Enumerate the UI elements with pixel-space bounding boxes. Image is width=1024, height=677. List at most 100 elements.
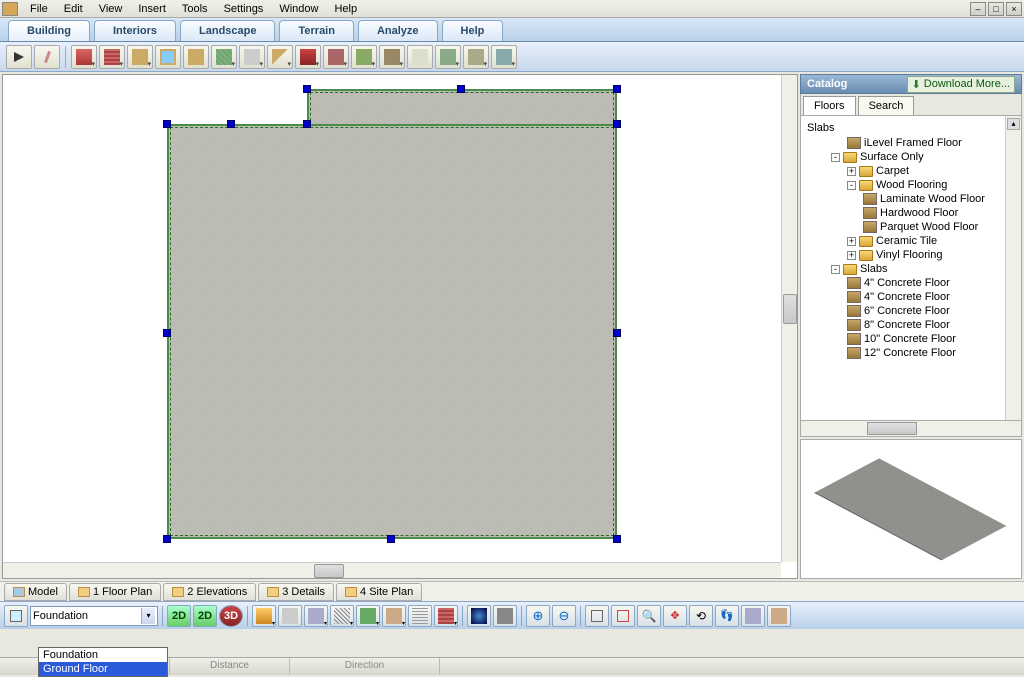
menu-edit[interactable]: Edit (56, 3, 91, 15)
catalog-tab-search[interactable]: Search (858, 96, 915, 115)
dormer-tool[interactable] (351, 45, 377, 69)
view-tab-floorplan[interactable]: 1 Floor Plan (69, 583, 161, 601)
level-add-button[interactable] (4, 605, 28, 627)
wireframe-button[interactable] (304, 605, 328, 627)
tab-analyze[interactable]: Analyze (358, 20, 438, 41)
eye-button[interactable] (467, 605, 491, 627)
misc-tool[interactable] (491, 45, 517, 69)
view-2d-button[interactable]: 2D (167, 605, 191, 627)
resize-handle[interactable] (163, 329, 171, 337)
tree-item[interactable]: 12" Concrete Floor (803, 346, 1019, 360)
menu-window[interactable]: Window (271, 3, 326, 15)
zoom-in-button[interactable]: ⊕ (526, 605, 550, 627)
menu-insert[interactable]: Insert (130, 3, 174, 15)
grid-button[interactable] (408, 605, 432, 627)
zoom-window-button[interactable] (585, 605, 609, 627)
layers-button[interactable] (252, 605, 276, 627)
camera-button[interactable] (493, 605, 517, 627)
exterior-tool[interactable] (463, 45, 489, 69)
home-button[interactable] (278, 605, 302, 627)
level-selector[interactable]: Foundation ▾ (30, 606, 158, 626)
scroll-thumb[interactable] (783, 294, 797, 324)
tree-item[interactable]: +Ceramic Tile (803, 234, 1019, 248)
tree-item[interactable]: -Slabs (803, 262, 1019, 276)
floor-tool[interactable] (211, 45, 237, 69)
resize-handle[interactable] (303, 120, 311, 128)
expand-toggle[interactable]: + (847, 251, 856, 260)
catalog-vscroll[interactable]: ▴ (1005, 116, 1021, 420)
tree-item[interactable]: iLevel Framed Floor (803, 136, 1019, 150)
tree-item[interactable]: 10" Concrete Floor (803, 332, 1019, 346)
resize-handle[interactable] (387, 535, 395, 543)
zoom-realtime-button[interactable]: 🔍 (637, 605, 661, 627)
tree-item[interactable]: 8" Concrete Floor (803, 318, 1019, 332)
dropdown-arrow-icon[interactable]: ▾ (141, 608, 155, 624)
resize-handle[interactable] (163, 535, 171, 543)
resize-handle[interactable] (613, 535, 621, 543)
wall-tool[interactable] (99, 45, 125, 69)
resize-handle[interactable] (457, 85, 465, 93)
resize-handle[interactable] (303, 85, 311, 93)
tab-building[interactable]: Building (8, 20, 90, 41)
view-tab-siteplan[interactable]: 4 Site Plan (336, 583, 422, 601)
railing-tool[interactable] (435, 45, 461, 69)
tree-item[interactable]: -Wood Flooring (803, 178, 1019, 192)
expand-toggle[interactable]: - (831, 265, 840, 274)
material-button[interactable] (434, 605, 458, 627)
download-more-link[interactable]: ⬇Download More... (907, 76, 1015, 93)
resize-handle[interactable] (613, 120, 621, 128)
view-3d-button[interactable]: 3D (219, 605, 243, 627)
zoom-extents-button[interactable] (611, 605, 635, 627)
catalog-tab-floors[interactable]: Floors (803, 96, 856, 115)
expand-toggle[interactable]: + (847, 237, 856, 246)
tab-interiors[interactable]: Interiors (94, 20, 176, 41)
expand-toggle[interactable]: - (847, 181, 856, 190)
catalog-hscroll[interactable] (800, 421, 1022, 437)
house-tool[interactable] (71, 45, 97, 69)
close-button[interactable]: × (1006, 2, 1022, 16)
minimize-button[interactable]: – (970, 2, 986, 16)
ceiling-tool[interactable] (239, 45, 265, 69)
floor-plan-object[interactable] (167, 89, 617, 539)
post-tool[interactable] (407, 45, 433, 69)
resize-handle[interactable] (613, 329, 621, 337)
roof-tool[interactable] (295, 45, 321, 69)
door-tool[interactable] (183, 45, 209, 69)
resize-handle[interactable] (613, 85, 621, 93)
view-2d-alt-button[interactable]: 2D (193, 605, 217, 627)
menu-view[interactable]: View (91, 3, 131, 15)
menu-tools[interactable]: Tools (174, 3, 216, 15)
menu-settings[interactable]: Settings (216, 3, 272, 15)
paint-tool[interactable] (34, 45, 60, 69)
expand-toggle[interactable]: - (831, 153, 840, 162)
column-tool[interactable] (127, 45, 153, 69)
vertical-scrollbar[interactable] (781, 75, 797, 562)
resize-handle[interactable] (227, 120, 235, 128)
walk-button[interactable]: 👣 (715, 605, 739, 627)
view-tab-details[interactable]: 3 Details (258, 583, 334, 601)
reset-view-button[interactable] (767, 605, 791, 627)
tree-item[interactable]: Parquet Wood Floor (803, 220, 1019, 234)
window-tool[interactable] (155, 45, 181, 69)
menu-file[interactable]: File (22, 3, 56, 15)
tab-landscape[interactable]: Landscape (180, 20, 275, 41)
tab-help[interactable]: Help (442, 20, 504, 41)
roof-accessory-tool[interactable] (323, 45, 349, 69)
select-tool[interactable] (6, 45, 32, 69)
level-dropdown-list[interactable]: Foundation Ground Floor (38, 647, 168, 677)
menu-help[interactable]: Help (326, 3, 365, 15)
tree-item[interactable]: 6" Concrete Floor (803, 304, 1019, 318)
hatch-button[interactable] (330, 605, 354, 627)
filter-button[interactable] (356, 605, 380, 627)
pan-button[interactable]: ✥ (663, 605, 687, 627)
tree-item[interactable]: -Surface Only (803, 150, 1019, 164)
orbit-button[interactable]: ⟲ (689, 605, 713, 627)
trim-tool[interactable] (379, 45, 405, 69)
horizontal-scrollbar[interactable] (3, 562, 781, 578)
resize-handle[interactable] (163, 120, 171, 128)
display-button[interactable] (382, 605, 406, 627)
tab-terrain[interactable]: Terrain (279, 20, 353, 41)
look-button[interactable] (741, 605, 765, 627)
maximize-button[interactable]: □ (988, 2, 1004, 16)
zoom-out-button[interactable]: ⊖ (552, 605, 576, 627)
